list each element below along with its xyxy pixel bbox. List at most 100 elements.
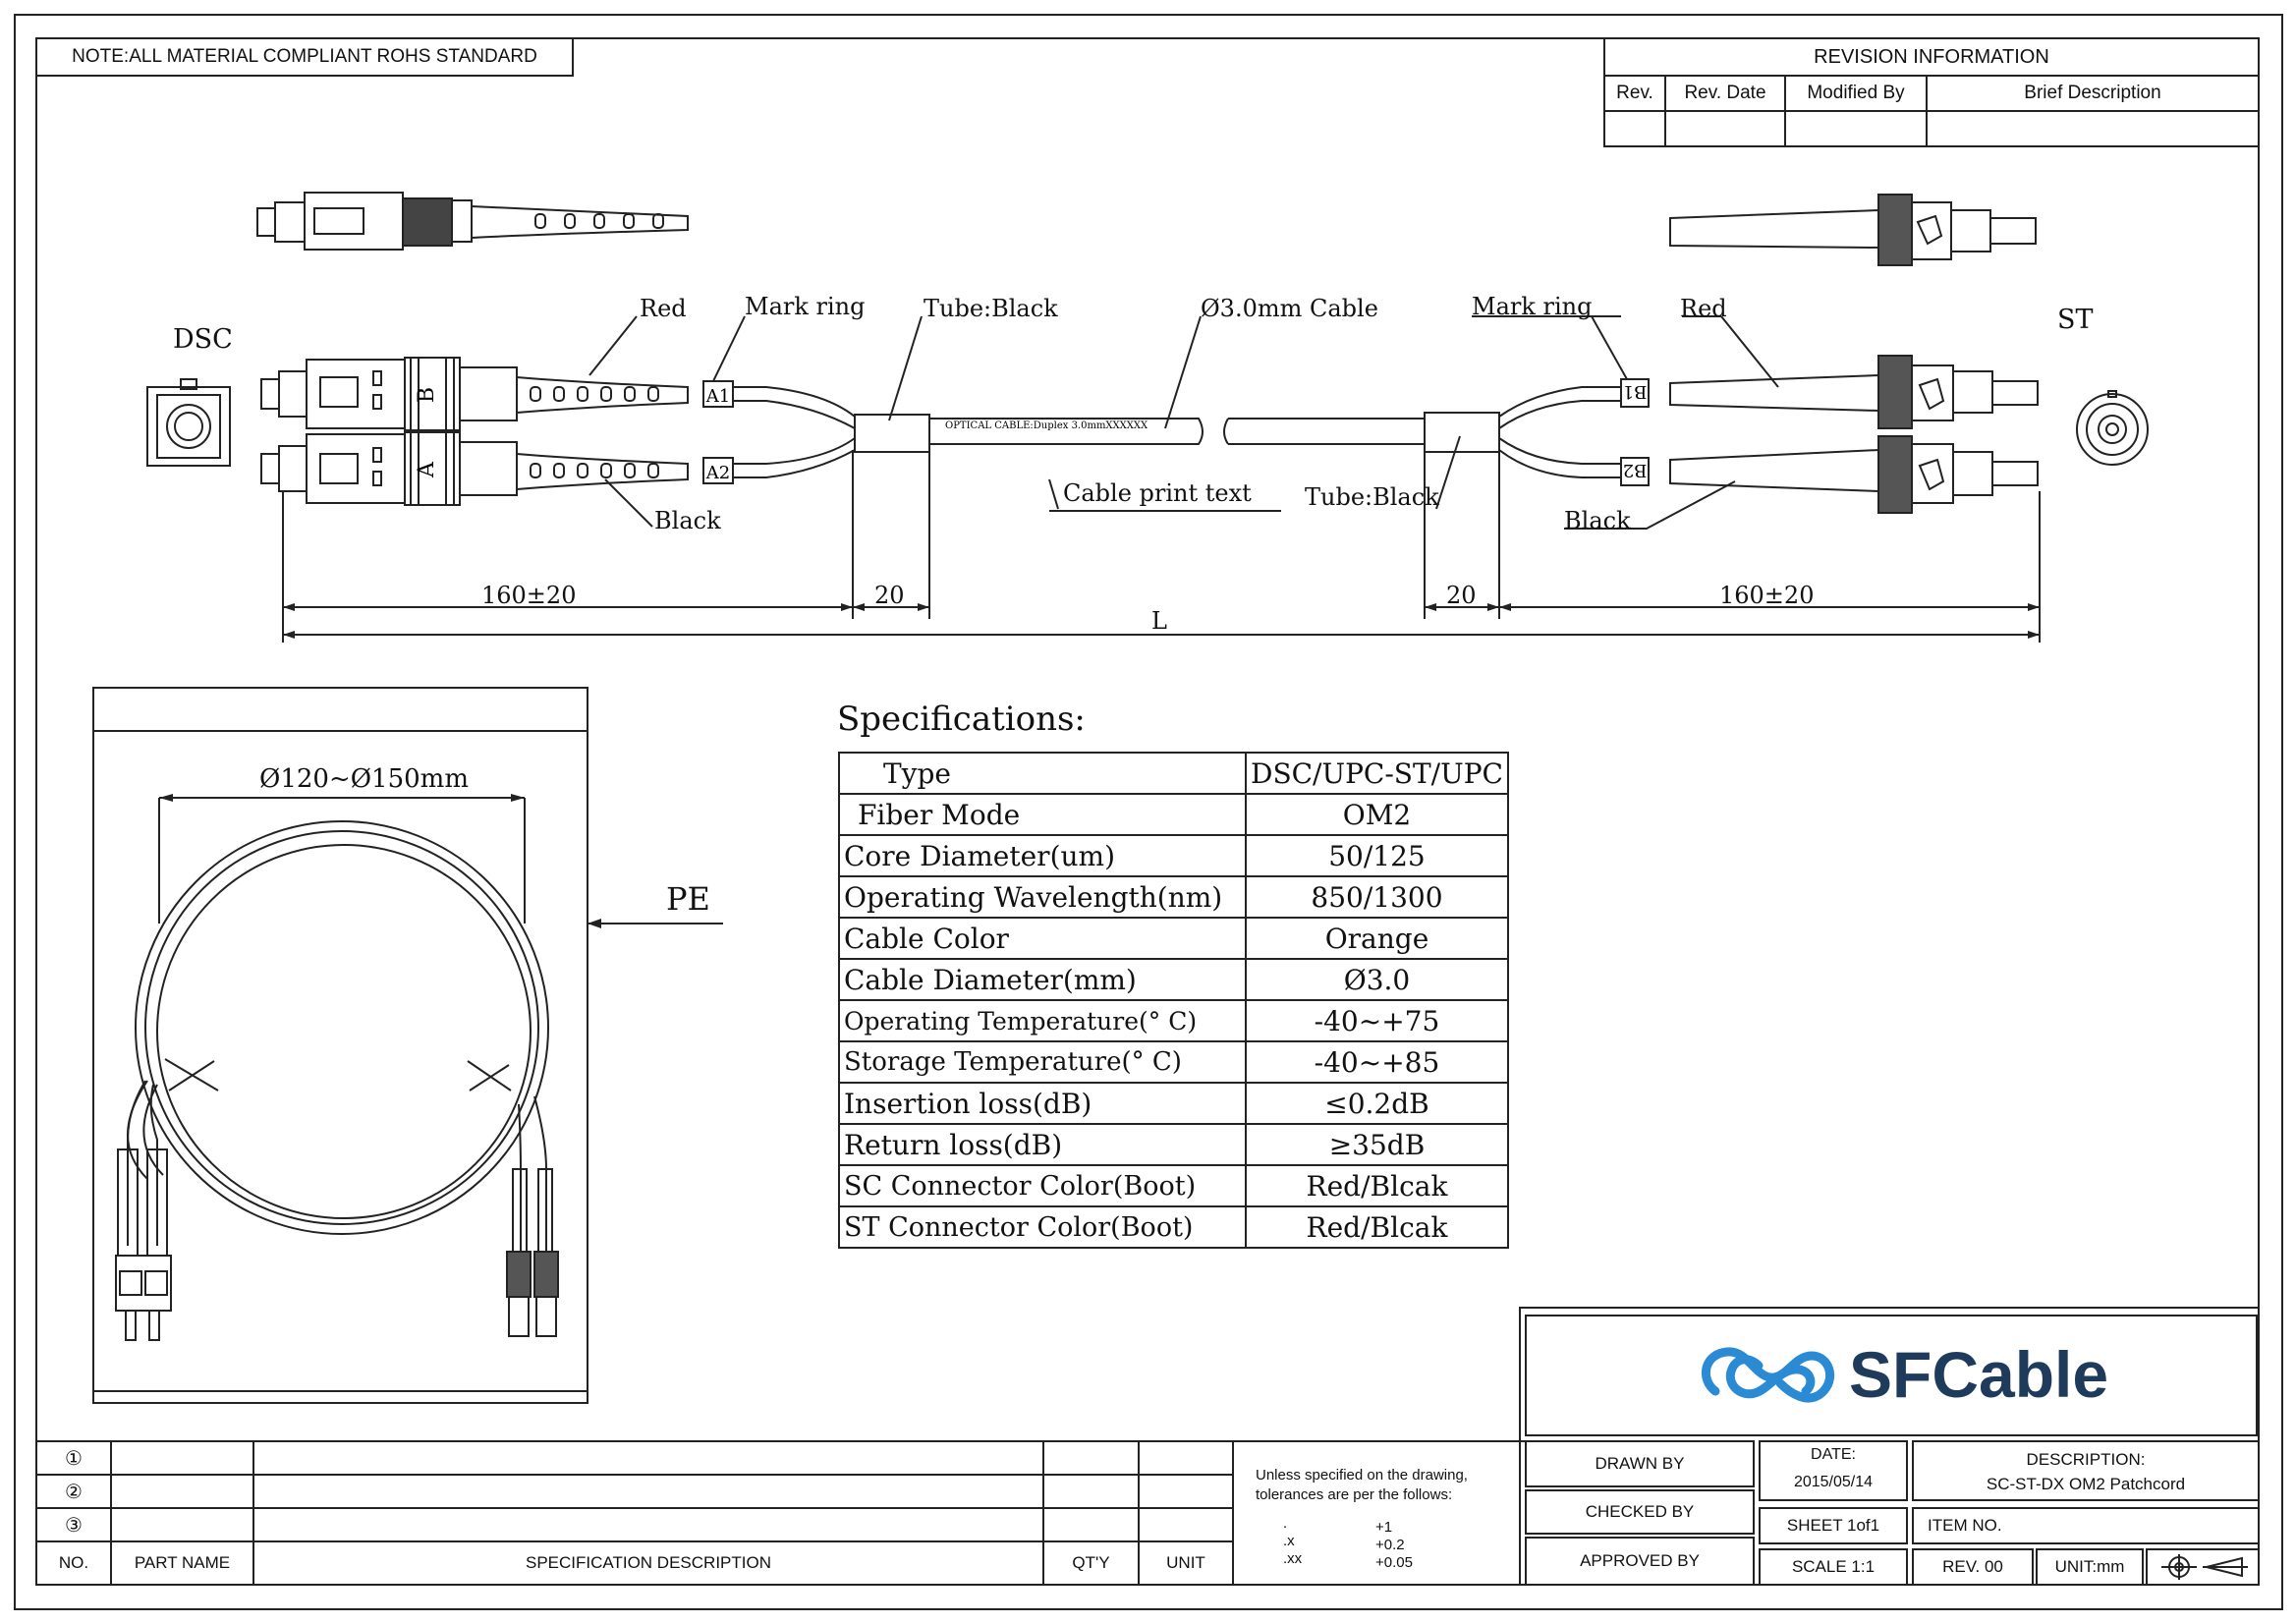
st-side-view-icon bbox=[1669, 194, 2037, 266]
parts-cell bbox=[1042, 1440, 1140, 1476]
approved-by: APPROVED BY bbox=[1525, 1537, 1755, 1586]
ring-mark-b1: B1 bbox=[1623, 381, 1648, 402]
spec-value: Orange bbox=[1245, 917, 1509, 960]
right-connector-label: ST bbox=[2057, 305, 2094, 335]
body-mark-b: B bbox=[415, 387, 439, 403]
spec-row: SC Connector Color(Boot) Red/Blcak bbox=[838, 1164, 1509, 1207]
spec-key: Cable Diameter(mm) bbox=[838, 958, 1247, 1001]
unit-cell: UNIT:mm bbox=[2036, 1548, 2144, 1586]
parts-cell bbox=[1138, 1507, 1234, 1542]
dim-total: L bbox=[1151, 607, 1167, 635]
spec-value: 850/1300 bbox=[1245, 875, 1509, 919]
tolerance-value: +0.2 bbox=[1375, 1537, 1405, 1553]
tolerance-value: +1 bbox=[1375, 1519, 1393, 1536]
label-cable-print-text: Cable print text bbox=[1063, 479, 1252, 507]
spec-key: Insertion loss(dB) bbox=[838, 1082, 1247, 1125]
spec-value: Red/Blcak bbox=[1245, 1164, 1509, 1207]
spec-key: Core Diameter(um) bbox=[838, 834, 1247, 877]
dsc-connector-a2-icon bbox=[260, 431, 734, 506]
ring-mark-a1: A1 bbox=[705, 386, 730, 407]
dsc-front-icon bbox=[146, 378, 231, 467]
left-tube bbox=[854, 414, 930, 453]
label-tube-black-right: Tube:Black bbox=[1305, 483, 1439, 511]
spec-value: Red/Blcak bbox=[1245, 1205, 1509, 1249]
logo-text: SFCable bbox=[1849, 1338, 2109, 1411]
parts-row-no: ③ bbox=[35, 1507, 112, 1542]
projection-symbol-icon bbox=[2161, 1554, 2248, 1580]
package-material: PE bbox=[666, 880, 710, 918]
spec-key: SC Connector Color(Boot) bbox=[838, 1164, 1247, 1207]
checked-by: CHECKED BY bbox=[1525, 1489, 1755, 1535]
spec-value: DSC/UPC-ST/UPC bbox=[1245, 752, 1509, 795]
label-cable: Ø3.0mm Cable bbox=[1201, 295, 1378, 322]
label-black-right: Black bbox=[1564, 507, 1631, 534]
sfcable-logo: SFCable bbox=[1696, 1332, 2118, 1417]
ring-mark-b2: B2 bbox=[1623, 460, 1648, 480]
parts-header-unit: UNIT bbox=[1138, 1540, 1234, 1586]
spec-row: Core Diameter(um) 50/125 bbox=[838, 834, 1509, 877]
spec-row: Operating Wavelength(nm) 850/1300 bbox=[838, 875, 1509, 919]
parts-cell bbox=[110, 1440, 254, 1476]
description-label: DESCRIPTION: bbox=[2026, 1450, 2146, 1469]
spec-key: Storage Temperature(° C) bbox=[838, 1040, 1247, 1084]
parts-cell bbox=[252, 1474, 1044, 1509]
parts-cell bbox=[110, 1507, 254, 1542]
spec-key: Fiber Mode bbox=[838, 793, 1247, 836]
spec-row: Storage Temperature(° C) -40~+85 bbox=[838, 1040, 1509, 1084]
spec-row: Return loss(dB) ≥35dB bbox=[838, 1123, 1509, 1166]
spec-value: -40~+75 bbox=[1245, 999, 1509, 1042]
left-connector-label: DSC bbox=[173, 324, 233, 355]
parts-cell bbox=[110, 1474, 254, 1509]
parts-header-spec: SPECIFICATION DESCRIPTION bbox=[252, 1540, 1044, 1586]
spec-value: OM2 bbox=[1245, 793, 1509, 836]
item-no-cell: ITEM NO. bbox=[1912, 1507, 2260, 1544]
sheet-cell: SHEET 1of1 bbox=[1759, 1507, 1908, 1544]
spec-key: ST Connector Color(Boot) bbox=[838, 1205, 1247, 1249]
projection-cell bbox=[2146, 1548, 2260, 1586]
spec-row: Insertion loss(dB) ≤0.2dB bbox=[838, 1082, 1509, 1125]
spec-key: Type bbox=[838, 752, 1247, 795]
spec-value: ≤0.2dB bbox=[1245, 1082, 1509, 1125]
date-label: DATE: bbox=[1811, 1446, 1856, 1463]
parts-header-qty: QT'Y bbox=[1042, 1540, 1140, 1586]
spec-table: Type DSC/UPC-ST/UPC Fiber Mode OM2 Core Di… bbox=[838, 752, 1509, 1249]
parts-cell bbox=[252, 1507, 1044, 1542]
spec-row: Operating Temperature(° C) -40~+75 bbox=[838, 999, 1509, 1042]
spec-value: ≥35dB bbox=[1245, 1123, 1509, 1166]
dim-left-boot: 160±20 bbox=[481, 582, 577, 609]
tolerance-value: +0.05 bbox=[1375, 1554, 1413, 1571]
sfcable-logo-icon bbox=[1702, 1347, 1835, 1403]
date-value: 2015/05/14 bbox=[1793, 1474, 1874, 1490]
description-value: SC-ST-DX OM2 Patchcord bbox=[1986, 1475, 2186, 1493]
spec-row: Fiber Mode OM2 bbox=[838, 793, 1509, 836]
parts-row-no: ① bbox=[35, 1440, 112, 1476]
parts-header-part-name: PART NAME bbox=[110, 1540, 254, 1586]
ring-mark-a2: A2 bbox=[705, 463, 730, 483]
spec-key: Operating Temperature(° C) bbox=[838, 999, 1247, 1042]
label-red-right: Red bbox=[1680, 295, 1727, 322]
spec-key: Return loss(dB) bbox=[838, 1123, 1247, 1166]
parts-cell bbox=[1042, 1474, 1140, 1509]
spec-title: Specifications: bbox=[837, 700, 1086, 739]
spec-row: Cable Diameter(mm) Ø3.0 bbox=[838, 958, 1509, 1001]
dsc-connector-a1-icon bbox=[260, 357, 734, 431]
dim-right-boot: 160±20 bbox=[1719, 582, 1815, 609]
tolerance-key: . bbox=[1283, 1515, 1288, 1532]
dim-right-tube: 20 bbox=[1446, 582, 1477, 609]
st-front-icon bbox=[2076, 390, 2149, 466]
spec-value: 50/125 bbox=[1245, 834, 1509, 877]
spec-row: ST Connector Color(Boot) Red/Blcak bbox=[838, 1205, 1509, 1249]
parts-header-no: NO. bbox=[35, 1540, 112, 1586]
dim-left-tube: 20 bbox=[874, 582, 905, 609]
label-mark-ring-left: Mark ring bbox=[745, 293, 866, 320]
body-mark-a: A bbox=[415, 461, 439, 478]
spec-value: -40~+85 bbox=[1245, 1040, 1509, 1084]
package-diameter: Ø120~Ø150mm bbox=[259, 764, 469, 794]
st-connector-b1-icon bbox=[1620, 355, 2039, 429]
label-black-left: Black bbox=[654, 507, 721, 534]
label-mark-ring-right: Mark ring bbox=[1472, 293, 1593, 320]
spec-value: Ø3.0 bbox=[1245, 958, 1509, 1001]
scale-cell: SCALE 1:1 bbox=[1759, 1548, 1908, 1586]
tolerance-text: Unless specified on the drawing, toleran… bbox=[1256, 1467, 1468, 1503]
st-connector-b2-icon bbox=[1620, 435, 2039, 514]
